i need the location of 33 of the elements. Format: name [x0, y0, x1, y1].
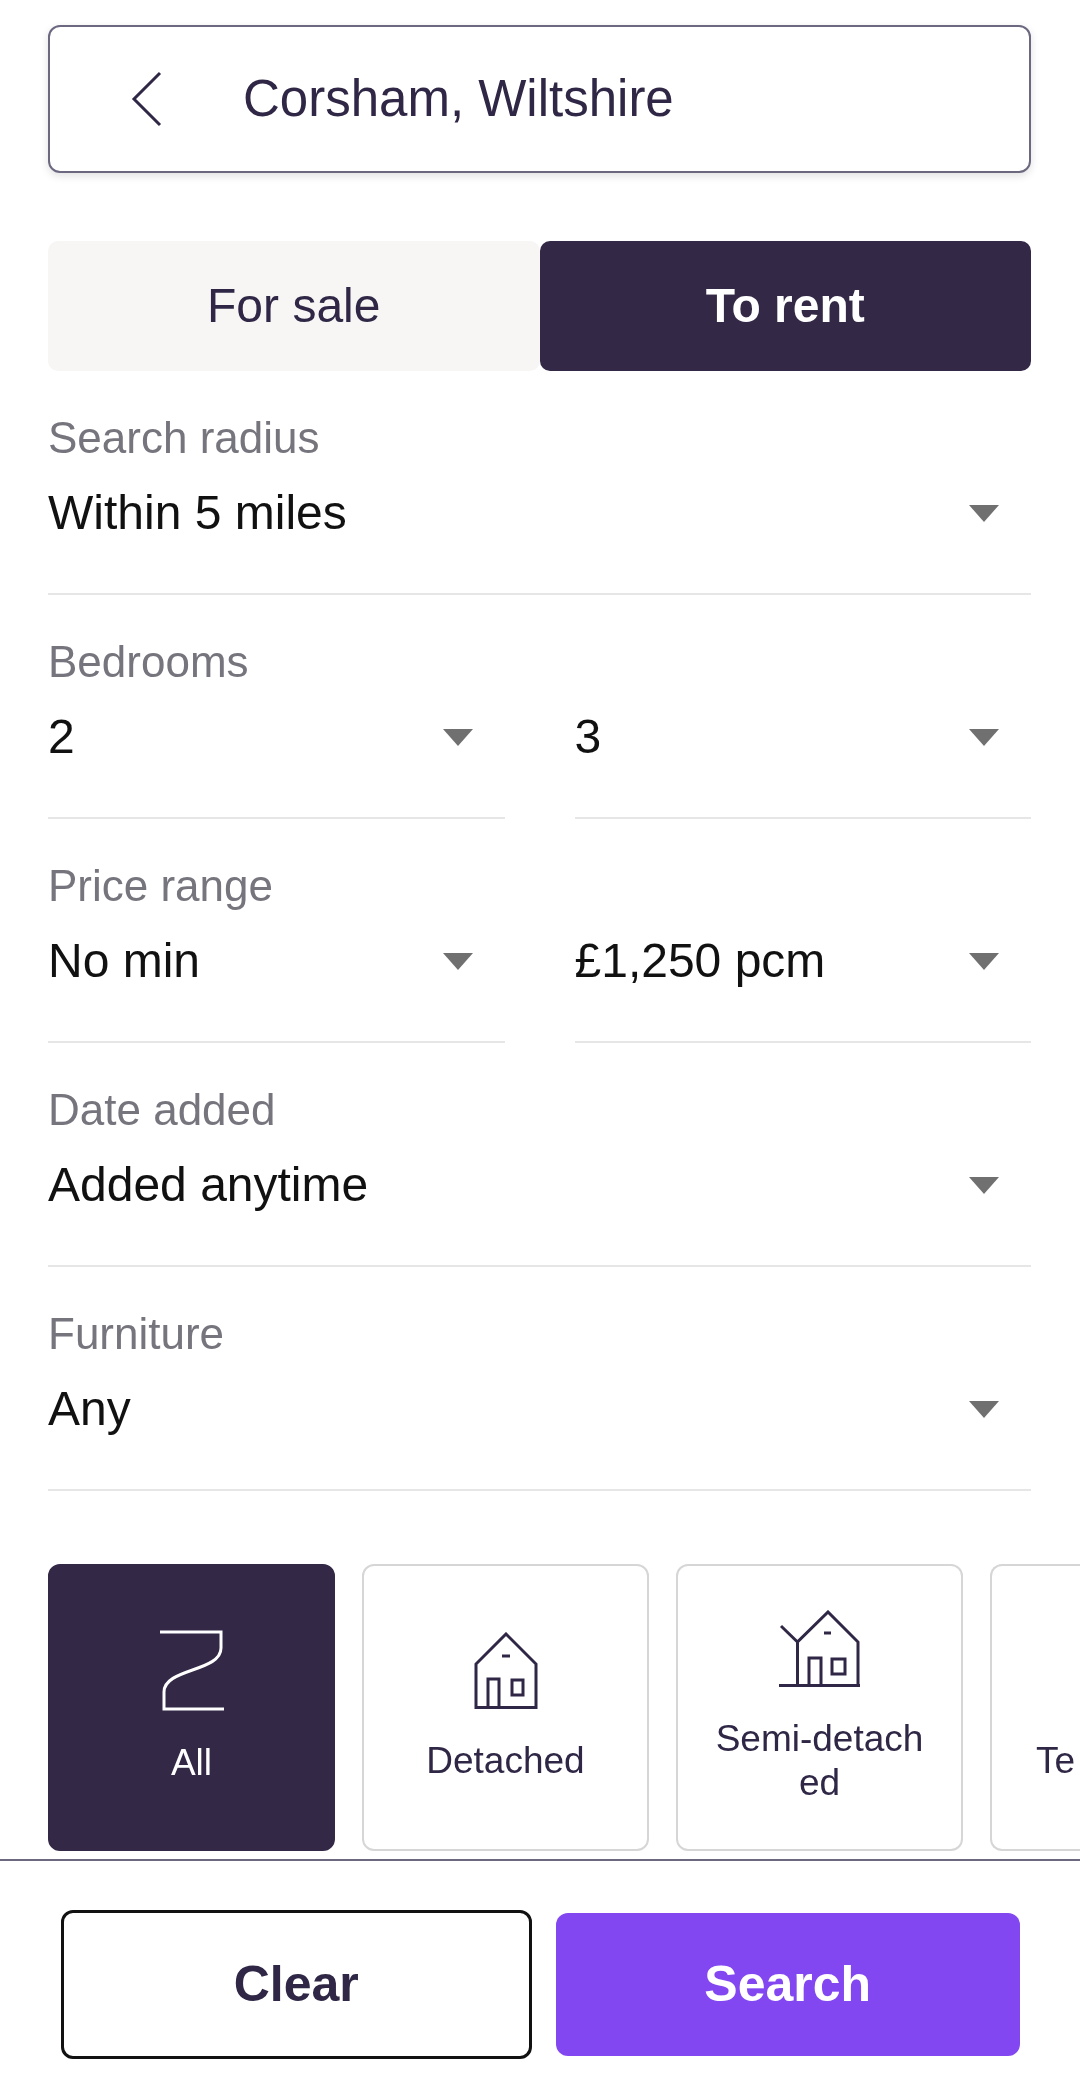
property-type-tile[interactable]: All [48, 1564, 335, 1851]
caret-down-icon [442, 952, 473, 970]
house-icon [779, 1610, 860, 1687]
house-icon [473, 1632, 538, 1709]
dropdown[interactable]: No min [48, 933, 505, 989]
tab[interactable]: For sale [48, 241, 540, 371]
dropdown[interactable]: Within 5 miles [48, 485, 1031, 541]
field-label: Price range [48, 860, 274, 912]
dropdown[interactable]: 3 [574, 709, 1031, 765]
caret-down-icon [969, 952, 999, 970]
property-type-tile[interactable]: Semi-detached [676, 1564, 963, 1851]
caret-down-icon [969, 1400, 999, 1418]
dropdown[interactable]: £1,250 pcm [574, 933, 1031, 989]
tab[interactable]: To rent [539, 241, 1031, 371]
caret-down-icon [969, 504, 999, 522]
property-type-tile[interactable]: Te [990, 1564, 1080, 1851]
property-type-tile[interactable]: Detached [362, 1564, 649, 1851]
caret-down-icon [969, 1176, 999, 1194]
dropdown[interactable]: Added anytime [48, 1157, 1031, 1213]
dropdown[interactable]: 2 [48, 709, 505, 765]
field-label: Search radius [48, 412, 321, 464]
location-text[interactable]: Corsham, Wiltshire [243, 69, 674, 129]
back-button[interactable] [131, 71, 162, 127]
caret-down-icon [969, 728, 999, 746]
caret-down-icon [442, 728, 473, 746]
dropdown[interactable]: Any [48, 1381, 1031, 1437]
field-label: Bedrooms [48, 636, 250, 688]
curve-icon [159, 1630, 224, 1711]
field-label: Date added [48, 1084, 277, 1136]
chevron-left-icon [131, 71, 162, 127]
clear-button[interactable]: Clear [61, 1910, 532, 2059]
search-button[interactable]: Search [555, 1913, 1020, 2056]
field-label: Furniture [48, 1308, 226, 1360]
